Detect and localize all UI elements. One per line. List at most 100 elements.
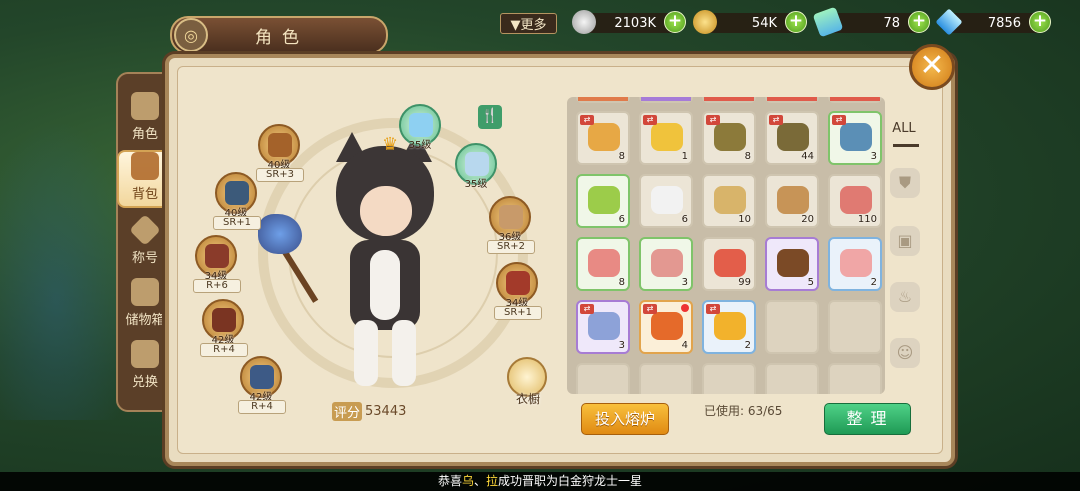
equipment-rank: SR+1 [494, 306, 542, 320]
add-ticket-button[interactable]: + [908, 11, 930, 33]
inventory-grid[interactable]: ⇄ 8 ⇄ 1 ⇄ 8 ⇄ 44 ⇄ 3 6 6 10 20 110 8 3 99 5 2 ⇄ 3 ⇄ 4 ⇄ 2 [567, 97, 885, 394]
filter-all-tab[interactable]: ALL [889, 121, 919, 136]
slot-rarity-bar [578, 97, 628, 101]
inventory-slot[interactable]: ⇄ 2 [702, 300, 756, 354]
inventory-slot[interactable]: 99 [702, 237, 756, 291]
nav-tab-exchange[interactable]: 兑换 [118, 336, 172, 394]
inventory-slot[interactable]: 6 [576, 174, 630, 228]
inventory-slot[interactable]: 3 [639, 237, 693, 291]
brown-fish-icon [777, 123, 809, 151]
add-silver-button[interactable]: + [664, 11, 686, 33]
item-count: 2 [744, 340, 751, 351]
inventory-slot-empty[interactable] [828, 300, 882, 354]
fork-knife-icon[interactable]: 🍴 [478, 105, 502, 129]
filter-material-icon[interactable]: ▣ [890, 226, 920, 256]
inventory-slot[interactable]: 110 [828, 174, 882, 228]
inventory-slot-partial[interactable] [639, 97, 693, 103]
inventory-slot[interactable]: 20 [765, 174, 819, 228]
inventory-slot[interactable]: 2 [828, 237, 882, 291]
slot-rarity-bar [830, 97, 880, 101]
inventory-slot-empty[interactable] [765, 363, 819, 394]
inventory-slot[interactable]: ⇄ 3 [576, 300, 630, 354]
nav-label: 储物箱 [125, 313, 165, 328]
filter-armor-icon[interactable]: ⛊ [890, 168, 920, 198]
armor-icon [131, 92, 159, 120]
inventory-slot-partial[interactable] [576, 97, 630, 103]
inventory-slot[interactable]: ⇄ 44 [765, 111, 819, 165]
equipment-slot-weapon[interactable]: 34级 SR+1 [494, 262, 542, 320]
equipment-slot-legs[interactable]: 42级 R+4 [200, 299, 248, 357]
shrimp-icon [714, 249, 746, 277]
inventory-slot[interactable]: ⇄ 3 [828, 111, 882, 165]
inventory-slot[interactable]: 8 [576, 237, 630, 291]
nav-tab-storage[interactable]: 储物箱 [118, 274, 172, 332]
inventory-slot-empty[interactable] [639, 363, 693, 394]
armor-piece-icon [225, 181, 249, 205]
tradeable-tag-icon: ⇄ [706, 304, 720, 314]
weapon-staff-head [258, 214, 302, 254]
tradeable-tag-icon: ⇄ [643, 115, 657, 125]
inventory-slot-empty[interactable] [702, 363, 756, 394]
equipment-slot-ring[interactable]: 35级 [399, 104, 441, 151]
mushroom-icon [777, 186, 809, 214]
bowl-icon [465, 152, 489, 176]
inventory-slot[interactable]: 6 [639, 174, 693, 228]
equipment-slot-necklace[interactable]: 35级 [455, 143, 497, 190]
page-title: 角色 [255, 27, 309, 48]
equipment-slot-bracelet[interactable]: 36级 SR+2 [487, 196, 535, 254]
bamboo-shoot-icon [714, 186, 746, 214]
boots-icon [250, 365, 274, 389]
item-count: 99 [738, 277, 751, 288]
gold-coin-icon [693, 10, 717, 34]
ticker-separator: 、 [473, 474, 486, 488]
emblem-icon: ◎ [174, 18, 208, 52]
inventory-slot[interactable]: ⇄ 8 [576, 111, 630, 165]
nav-label: 角色 [131, 127, 158, 142]
chocolate-icon [777, 249, 809, 277]
smelt-button[interactable]: 投入熔炉 [581, 403, 669, 435]
wardrobe-label: 衣橱 [515, 392, 540, 406]
equipment-level: 35级 [408, 140, 432, 151]
inventory-slot-partial[interactable] [765, 97, 819, 103]
inventory-slot[interactable]: ⇄ 4 [639, 300, 693, 354]
add-diamond-button[interactable]: + [1029, 11, 1051, 33]
add-gold-button[interactable]: + [785, 11, 807, 33]
inventory-slot[interactable]: 5 [765, 237, 819, 291]
character-leg-left [354, 320, 378, 386]
equipment-slot-accessory[interactable]: 40级 SR+3 [256, 124, 304, 182]
close-button[interactable]: ✕ [909, 44, 955, 90]
inventory-slot-empty[interactable] [576, 363, 630, 394]
pork-belly-icon [588, 249, 620, 277]
more-button[interactable]: ▼更多 [500, 13, 557, 34]
filter-pet-icon[interactable]: ☺ [890, 338, 920, 368]
new-item-dot [681, 304, 689, 312]
inventory-slot-partial[interactable] [702, 97, 756, 103]
character-face [360, 186, 412, 236]
bracelet-icon [499, 205, 523, 229]
inventory-slot-empty[interactable] [828, 363, 882, 394]
inventory-slot[interactable]: ⇄ 1 [639, 111, 693, 165]
item-count: 6 [618, 214, 625, 225]
character-model[interactable]: ♛ [330, 132, 440, 390]
slot-rarity-bar [641, 97, 691, 101]
brown-fish-icon [714, 123, 746, 151]
sort-button[interactable]: 整理 [824, 403, 911, 435]
equipment-slot-helmet[interactable]: 34级 R+6 [193, 235, 241, 293]
ham-icon [840, 249, 872, 277]
item-count: 20 [801, 214, 814, 225]
inventory-slot[interactable]: 10 [702, 174, 756, 228]
item-count: 2 [870, 277, 877, 288]
gold-scroll-icon [714, 312, 746, 340]
nav-tab-character[interactable]: 角色 [118, 88, 172, 146]
nav-tab-title[interactable]: 称号 [118, 212, 172, 270]
filter-cooking-pot-icon[interactable]: ♨ [890, 282, 920, 312]
tradeable-tag-icon: ⇄ [643, 304, 657, 314]
slot-rarity-bar [767, 97, 817, 101]
inventory-slot-empty[interactable] [765, 300, 819, 354]
inventory-slot-partial[interactable] [828, 97, 882, 103]
equipment-slot-armor[interactable]: 40级 SR+1 [213, 172, 261, 230]
equipment-slot-boots[interactable]: 42级 R+4 [238, 356, 286, 414]
bacon-icon [840, 186, 872, 214]
inventory-slot[interactable]: ⇄ 8 [702, 111, 756, 165]
item-count: 1 [681, 151, 688, 162]
